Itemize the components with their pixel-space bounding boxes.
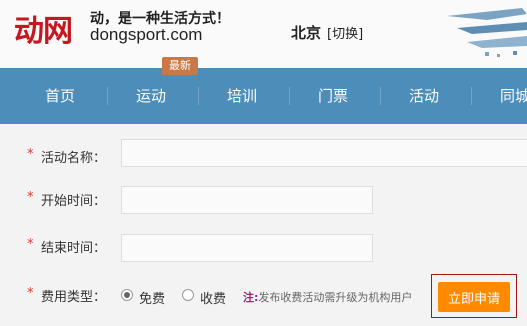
nav-item-sports[interactable]: 运动 (136, 68, 166, 124)
new-badge: 最新 (162, 57, 198, 75)
nav-item-local[interactable]: 同城 (500, 68, 527, 124)
site-header: 动网 动，是一种生活方式！ dongsport.com 北京 [切换] (0, 0, 527, 68)
fee-note: 注:发布收费活动需升级为机构用户 (243, 289, 412, 305)
fee-note-text: 发布收费活动需升级为机构用户 (258, 291, 413, 304)
nav-divider (471, 87, 472, 105)
main-nav: 首页 运动 培训 门票 活动 同城 (0, 68, 527, 124)
required-mark: * (27, 237, 34, 252)
nav-divider (198, 87, 199, 105)
logo[interactable]: 动网 (14, 6, 73, 50)
end-time-label: 结束时间： (41, 241, 107, 256)
fee-type-label: 费用类型： (41, 290, 107, 305)
fee-free-label: 免费 (139, 292, 166, 307)
start-time-label: 开始时间： (41, 194, 107, 209)
nav-divider (107, 87, 108, 105)
activity-name-input[interactable] (121, 139, 527, 167)
nav-divider (380, 87, 381, 105)
activity-name-label: 活动名称： (41, 151, 107, 166)
nav-item-tickets[interactable]: 门票 (318, 68, 348, 124)
nav-divider (289, 87, 290, 105)
end-time-input[interactable] (121, 234, 373, 262)
header-decoration-graphic (447, 8, 527, 57)
apply-now-button[interactable]: 立即申请 (438, 282, 510, 312)
required-mark: * (27, 286, 34, 301)
logo-domain: dongsport.com (90, 25, 203, 44)
fee-note-prefix: 注: (243, 291, 259, 304)
nav-item-training[interactable]: 培训 (227, 68, 257, 124)
nav-item-events[interactable]: 活动 (409, 68, 439, 124)
required-mark: * (27, 190, 34, 205)
city-name: 北京 (291, 24, 322, 42)
switch-city-link[interactable]: [切换] (327, 23, 363, 42)
start-time-input[interactable] (121, 186, 373, 214)
fee-free-radio[interactable] (121, 289, 133, 301)
required-mark: * (27, 147, 34, 162)
fee-paid-radio[interactable] (182, 289, 194, 301)
nav-item-home[interactable]: 首页 (45, 68, 75, 124)
fee-paid-label: 收费 (200, 292, 227, 307)
